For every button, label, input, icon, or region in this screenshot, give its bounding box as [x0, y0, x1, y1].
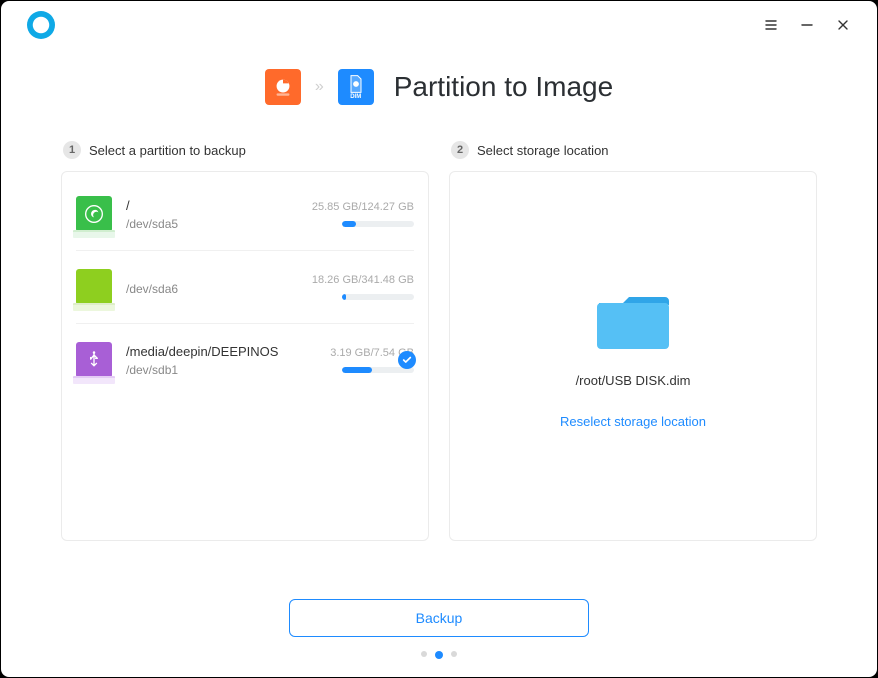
footer: Backup: [1, 579, 877, 677]
selected-check-icon: [398, 351, 416, 369]
step2-title: Select storage location: [477, 143, 609, 158]
page-header: » DIM Partition to Image: [1, 69, 877, 105]
partition-text: /media/deepin/DEEPINOS/dev/sdb1: [126, 344, 292, 377]
folder-icon: [593, 289, 673, 353]
partition-device: /dev/sda6: [126, 282, 292, 296]
page-title: Partition to Image: [394, 71, 613, 103]
menu-button[interactable]: [761, 15, 781, 35]
partition-size: 25.85 GB/124.27 GB: [306, 201, 414, 213]
partition-item[interactable]: / /dev/sda5 25.85 GB/124.27 GB: [76, 178, 414, 251]
partition-icon: [265, 69, 301, 105]
partition-mount: /: [126, 198, 292, 213]
app-logo-icon: [27, 11, 55, 39]
drive-icon: [76, 269, 112, 305]
partition-list-panel: / /dev/sda5 25.85 GB/124.27 GB/dev/sda6 18.…: [61, 171, 429, 541]
arrow-icon: »: [315, 78, 324, 96]
step1-badge: 1: [63, 141, 81, 159]
titlebar: [1, 1, 877, 49]
partition-mount: /media/deepin/DEEPINOS: [126, 344, 292, 359]
step2-badge: 2: [451, 141, 469, 159]
dot-2: [435, 651, 443, 659]
drive-icon: [76, 342, 112, 378]
partition-text: / /dev/sda5: [126, 198, 292, 231]
step2-column: 2 Select storage location /root/USB DISK…: [449, 141, 817, 579]
usage-bar: [342, 221, 414, 227]
minimize-button[interactable]: [797, 15, 817, 35]
reselect-storage-link[interactable]: Reselect storage location: [560, 414, 706, 429]
step-indicator: [421, 651, 457, 659]
partition-size: 18.26 GB/341.48 GB: [306, 274, 414, 286]
drive-icon: [76, 196, 112, 232]
backup-button[interactable]: Backup: [289, 599, 589, 637]
partition-device: /dev/sda5: [126, 217, 292, 231]
dot-1: [421, 651, 427, 657]
partition-size-block: 25.85 GB/124.27 GB: [306, 201, 414, 227]
storage-panel: /root/USB DISK.dim Reselect storage loca…: [449, 171, 817, 541]
partition-size-block: 18.26 GB/341.48 GB: [306, 274, 414, 300]
partition-device: /dev/sdb1: [126, 363, 292, 377]
partition-item[interactable]: /media/deepin/DEEPINOS/dev/sdb13.19 GB/7…: [76, 324, 414, 396]
image-file-icon: DIM: [338, 69, 374, 105]
close-button[interactable]: [833, 15, 853, 35]
app-window: » DIM Partition to Image 1 Select a part…: [1, 1, 877, 677]
usage-bar: [342, 294, 414, 300]
dot-3: [451, 651, 457, 657]
step1-title: Select a partition to backup: [89, 143, 246, 158]
storage-path: /root/USB DISK.dim: [576, 373, 691, 388]
partition-text: /dev/sda6: [126, 278, 292, 296]
partition-item[interactable]: /dev/sda6 18.26 GB/341.48 GB: [76, 251, 414, 324]
step1-column: 1 Select a partition to backup / /dev/sda…: [61, 141, 429, 579]
